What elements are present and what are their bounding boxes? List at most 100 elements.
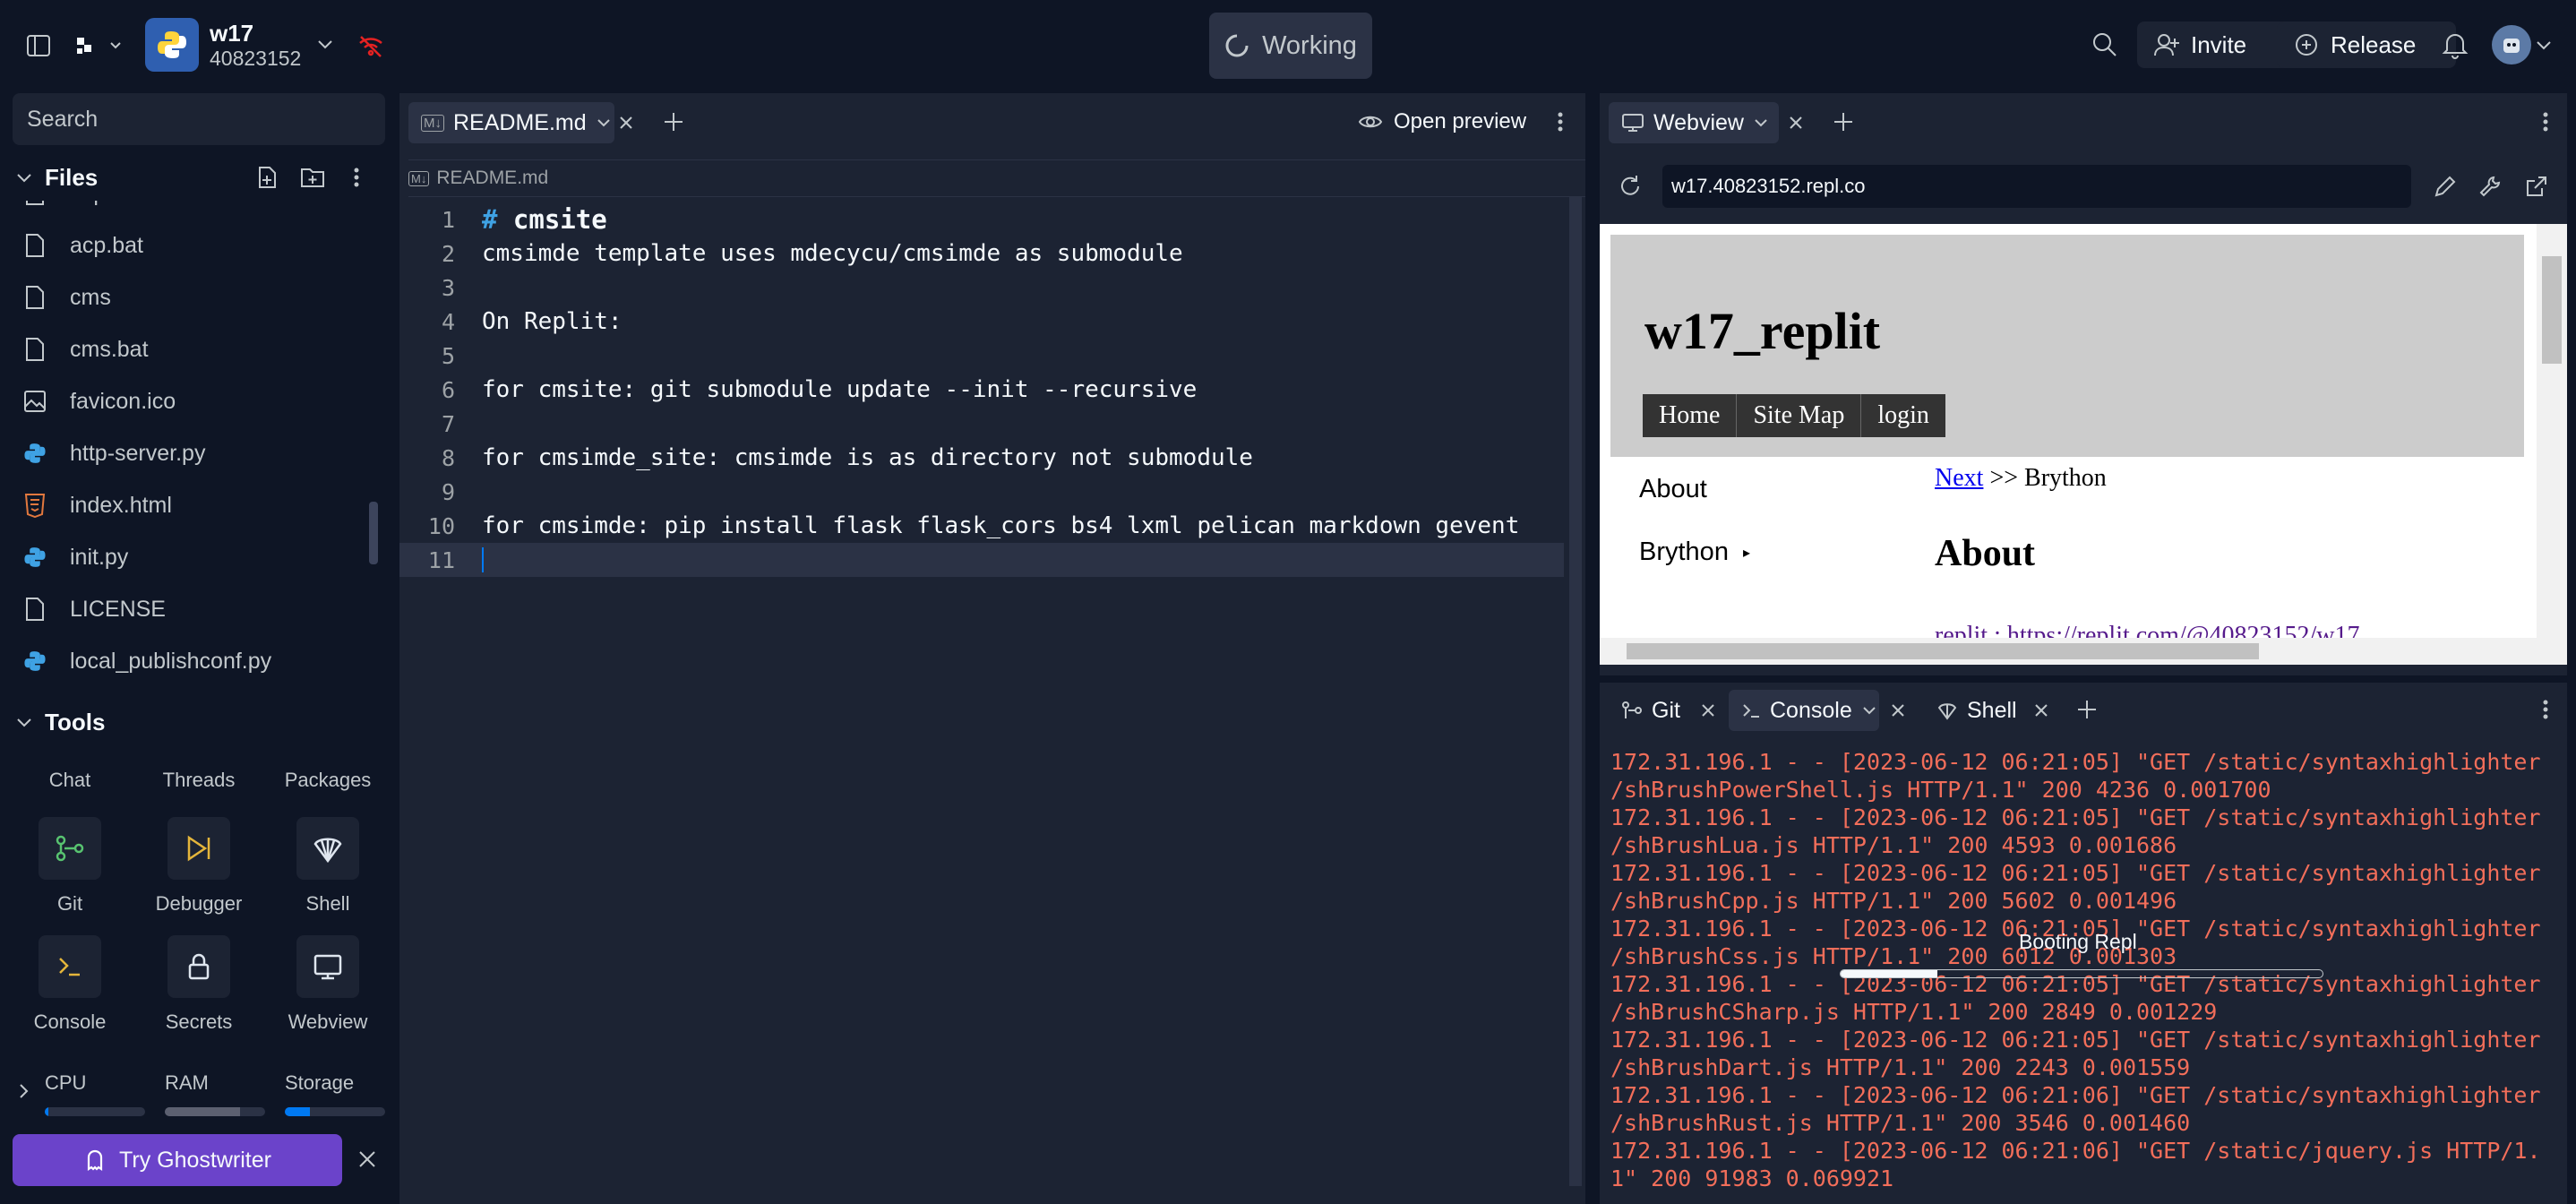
close-icon[interactable] xyxy=(616,113,636,133)
file-item[interactable]: local_publishconf.py xyxy=(0,636,367,686)
tab-readme[interactable]: M↓ README.md xyxy=(408,102,614,143)
ghostwriter-button[interactable]: Try Ghostwriter xyxy=(13,1134,342,1186)
chevron-down-icon[interactable] xyxy=(315,34,335,54)
run-status-button[interactable]: Working xyxy=(1209,13,1372,79)
tool-packages[interactable]: Packages xyxy=(274,769,382,792)
tools-section-header[interactable]: Tools xyxy=(0,699,385,745)
project-avatar[interactable] xyxy=(145,18,199,72)
tab-shell[interactable]: Shell xyxy=(1924,690,2030,731)
edit-icon[interactable] xyxy=(2433,174,2458,199)
close-icon[interactable] xyxy=(1786,113,1806,133)
reload-icon[interactable] xyxy=(1618,174,1643,199)
file-item[interactable]: cms.bat xyxy=(0,324,367,374)
files-section-header[interactable]: Files xyxy=(0,154,385,201)
log-line: 172.31.196.1 - - [2023-06-12 06:21:05] "… xyxy=(1610,749,2541,775)
file-item[interactable]: http-server.py xyxy=(0,428,367,478)
more-options-icon[interactable] xyxy=(2540,109,2551,134)
tab-webview[interactable]: Webview xyxy=(1609,102,1779,143)
file-item[interactable]: init.py xyxy=(0,532,367,582)
close-icon[interactable] xyxy=(1698,701,1718,720)
user-avatar[interactable] xyxy=(2492,25,2531,64)
code-area[interactable]: 1 # cmsite 2 cmsimde template uses mdecycu/… xyxy=(399,202,1564,1188)
tool-label: Git xyxy=(56,892,83,915)
code-line[interactable]: 11 xyxy=(399,543,1564,577)
tool-threads[interactable]: Threads xyxy=(145,769,253,792)
scroll-thumb[interactable] xyxy=(2542,256,2562,364)
chevron-down-icon[interactable] xyxy=(2535,36,2553,54)
tool-debugger[interactable]: Debugger xyxy=(145,817,253,916)
file-item[interactable]: LICENSE xyxy=(0,584,367,634)
code-line[interactable]: 9 xyxy=(399,475,1564,509)
code-line[interactable]: 8 for cmsimde_site: cmsimde is as directo… xyxy=(399,441,1564,475)
code-line[interactable]: 4 On Replit: xyxy=(399,305,1564,339)
site-header: w17_replit Home Site Map login xyxy=(1610,235,2524,457)
chevron-right-icon[interactable] xyxy=(14,1082,32,1100)
add-tab-icon[interactable] xyxy=(2074,697,2099,722)
file-tree-scrollbar[interactable] xyxy=(369,502,378,564)
add-tab-icon[interactable] xyxy=(661,109,686,134)
file-name: cms xyxy=(70,284,111,310)
scroll-thumb[interactable] xyxy=(1627,643,2259,659)
nav-home[interactable]: Home xyxy=(1643,394,1738,437)
nav-site-map[interactable]: Site Map xyxy=(1737,394,1862,437)
tab-git[interactable]: Git xyxy=(1609,690,1693,731)
code-line[interactable]: 5 xyxy=(399,339,1564,373)
webview-vertical-scrollbar[interactable] xyxy=(2537,224,2567,638)
new-folder-icon[interactable] xyxy=(299,165,326,190)
file-name: favicon.ico xyxy=(70,388,176,414)
webview-horizontal-scrollbar[interactable] xyxy=(1600,638,2567,665)
nav-login[interactable]: login xyxy=(1861,394,1945,437)
webview-content[interactable]: w17_replit Home Site Map login About Bry… xyxy=(1600,224,2537,638)
release-button[interactable]: Release xyxy=(2277,22,2456,68)
external-link-icon[interactable] xyxy=(2524,174,2549,199)
project-name[interactable]: w17 xyxy=(210,20,253,47)
close-icon[interactable] xyxy=(2031,701,2051,720)
code-line[interactable]: 7 xyxy=(399,407,1564,441)
tool-webview[interactable]: Webview xyxy=(274,935,382,1034)
more-options-icon[interactable] xyxy=(1555,109,1566,134)
tab-console[interactable]: Console xyxy=(1729,690,1879,731)
file-item[interactable]: acp xyxy=(0,201,367,219)
file-item[interactable]: cms xyxy=(0,272,367,322)
tab-label: Console xyxy=(1770,697,1852,723)
url-bar[interactable]: w17.40823152.repl.co xyxy=(1662,165,2411,208)
code-line[interactable]: 10 for cmsimde: pip install flask flask_c… xyxy=(399,509,1564,543)
side-menu-about[interactable]: About xyxy=(1639,475,1707,504)
tool-label: Packages xyxy=(284,769,372,791)
code-line[interactable]: 1 # cmsite xyxy=(399,202,1564,236)
file-item[interactable]: acp.bat xyxy=(0,220,367,271)
file-item[interactable]: favicon.ico xyxy=(0,376,367,426)
new-file-icon[interactable] xyxy=(254,165,279,190)
tool-git[interactable]: Git xyxy=(16,817,124,916)
more-options-icon[interactable] xyxy=(351,165,362,190)
editor-scrollbar[interactable] xyxy=(1569,197,1582,1186)
side-menu-brython[interactable]: Brython ▸ xyxy=(1639,538,1750,567)
pane-divider[interactable] xyxy=(1591,93,1594,1204)
tool-shell[interactable]: Shell xyxy=(274,817,382,916)
tool-chat[interactable]: Chat xyxy=(16,769,124,792)
sidebar-toggle-icon[interactable] xyxy=(25,32,52,59)
close-icon[interactable] xyxy=(356,1148,378,1170)
file-item[interactable]: index.html xyxy=(0,480,367,530)
cpu-label: CPU xyxy=(45,1071,87,1094)
code-line[interactable]: 6 for cmsite: git submodule update --init… xyxy=(399,373,1564,407)
search-icon[interactable] xyxy=(2091,30,2119,59)
tool-console[interactable]: Console xyxy=(16,935,124,1034)
more-options-icon[interactable] xyxy=(2540,697,2551,722)
code-line[interactable]: 3 xyxy=(399,271,1564,305)
bell-icon[interactable] xyxy=(2442,30,2469,59)
breadcrumb-file[interactable]: README.md xyxy=(436,168,548,189)
invite-button[interactable]: Invite xyxy=(2137,22,2291,68)
search-input[interactable]: Search xyxy=(13,93,385,145)
next-link[interactable]: Next xyxy=(1935,464,1983,492)
log-line: 172.31.196.1 - - [2023-06-12 06:21:06] "… xyxy=(1610,1138,2541,1164)
open-preview-button[interactable]: Open preview xyxy=(1358,109,1526,134)
code-text: On Replit: xyxy=(482,308,623,335)
file-icon xyxy=(0,285,70,310)
wrench-icon[interactable] xyxy=(2477,174,2503,199)
tool-secrets[interactable]: Secrets xyxy=(145,935,253,1034)
add-tab-icon[interactable] xyxy=(1831,109,1856,134)
code-line[interactable]: 2 cmsimde template uses mdecycu/cmsimde a… xyxy=(399,236,1564,271)
close-icon[interactable] xyxy=(1888,701,1908,720)
workspace-menu-icon[interactable] xyxy=(75,32,125,59)
